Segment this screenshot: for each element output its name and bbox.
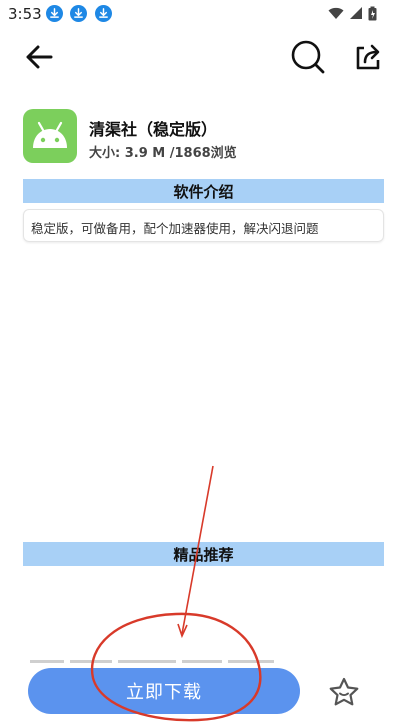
- app-detail-page: 3:53 清渠社（稳定版） 大小: 3.9 M /1868浏览 软件介绍 稳定版…: [0, 0, 407, 724]
- wifi-icon: [328, 7, 344, 19]
- star-icon: [329, 677, 359, 706]
- app-icon: [23, 109, 77, 163]
- top-bar: [0, 36, 407, 80]
- search-icon: [291, 40, 325, 74]
- download-notification-icon: [95, 5, 112, 22]
- recommend-section-title: 精品推荐: [23, 542, 384, 566]
- system-icons: [328, 6, 377, 21]
- signal-icon: [350, 7, 362, 19]
- back-button[interactable]: [20, 38, 58, 76]
- search-button[interactable]: [289, 38, 327, 76]
- favorite-button[interactable]: [326, 674, 362, 710]
- annotation-arrow-head: [177, 623, 188, 639]
- download-button[interactable]: 立即下载: [28, 668, 300, 714]
- recommend-list-faint: [30, 656, 370, 666]
- download-notification-icon: [70, 5, 87, 22]
- share-icon: [356, 44, 380, 70]
- status-bar: 3:53: [0, 0, 407, 28]
- status-time: 3:53: [8, 5, 42, 23]
- arrow-left-icon: [26, 45, 53, 69]
- app-name: 清渠社（稳定版）: [89, 120, 218, 139]
- android-icon: [33, 121, 67, 148]
- share-button[interactable]: [349, 38, 387, 76]
- intro-section-title: 软件介绍: [23, 179, 384, 203]
- intro-description: 稳定版，可做备用，配个加速器使用，解决闪退问题: [23, 209, 384, 242]
- app-meta: 大小: 3.9 M /1868浏览: [89, 146, 237, 161]
- battery-icon: [368, 6, 377, 21]
- download-notification-icon: [46, 5, 63, 22]
